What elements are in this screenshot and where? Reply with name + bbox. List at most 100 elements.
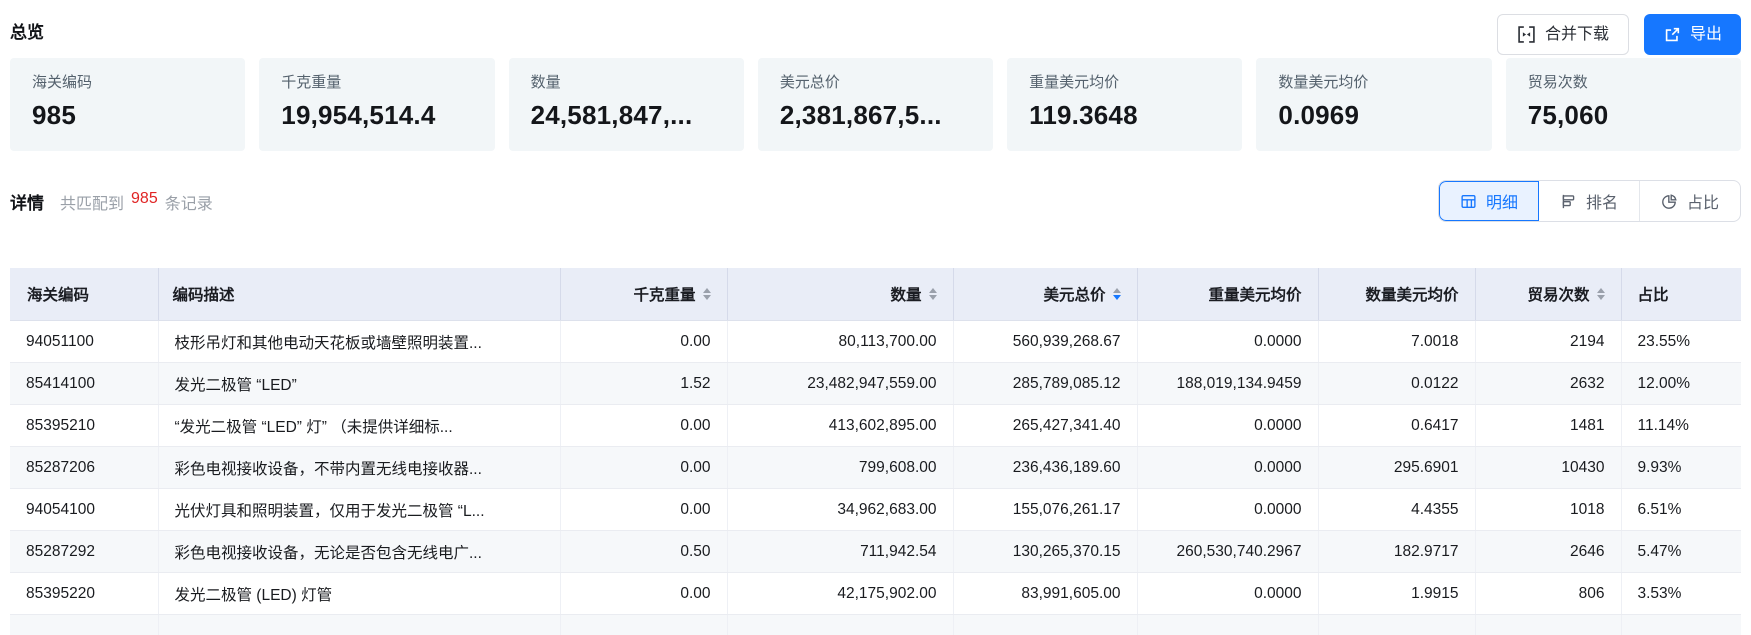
cell-description: 发光二极管 (LED) 灯管 bbox=[158, 573, 560, 615]
table-row: 85287206彩色电视接收设备，不带内置无线电接收器...0.00799,60… bbox=[10, 447, 1741, 489]
stat-label: 数量 bbox=[531, 73, 722, 93]
stat-label: 重量美元均价 bbox=[1029, 73, 1220, 93]
cell-trade-count: 806 bbox=[1475, 573, 1621, 615]
cell-hs-code: 85395210 bbox=[10, 405, 158, 447]
export-icon bbox=[1663, 26, 1681, 44]
cell-usd-total: 130,265,370.15 bbox=[953, 531, 1137, 573]
sort-caret-up-icon bbox=[1113, 288, 1121, 293]
table-row: 94051100枝形吊灯和其他电动天花板或墙壁照明装置...0.0080,113… bbox=[10, 321, 1741, 363]
stat-card: 数量 24,581,847,... bbox=[509, 58, 744, 151]
table-header: 海关编码 编码描述 千克重量 数量 美元总价 重量美元均价数量美元均价贸易次数占比 bbox=[10, 268, 1741, 321]
stat-label: 美元总价 bbox=[780, 73, 971, 93]
column-header-trade-count[interactable]: 贸易次数 bbox=[1475, 268, 1621, 321]
cell-usd-per-kg: 0.0000 bbox=[1137, 405, 1318, 447]
stat-label: 数量美元均价 bbox=[1278, 73, 1469, 93]
table-row: 85287292彩色电视接收设备，无论是否包含无线电广...0.50711,94… bbox=[10, 531, 1741, 573]
cell-trade-count: 2194 bbox=[1475, 321, 1621, 363]
ranking-icon bbox=[1560, 193, 1577, 210]
page: 总览 合并下载 bbox=[0, 0, 1751, 635]
column-header-usd-per-unit: 数量美元均价 bbox=[1318, 268, 1475, 321]
stat-card: 千克重量 19,954,514.4 bbox=[259, 58, 494, 151]
cell-quantity: 799,608.00 bbox=[727, 447, 953, 489]
cell-share: 3.53% bbox=[1621, 573, 1741, 615]
column-header-kg-weight[interactable]: 千克重量 bbox=[560, 268, 727, 321]
sort-carets bbox=[703, 288, 711, 300]
column-label: 海关编码 bbox=[27, 283, 89, 305]
merge-download-label: 合并下载 bbox=[1545, 27, 1609, 43]
page-title: 总览 bbox=[10, 18, 44, 43]
sort-carets bbox=[1597, 288, 1605, 300]
cell-trade-count: 1018 bbox=[1475, 489, 1621, 531]
details-bar: 详情 共匹配到 985 条记录 明细排名占比 bbox=[10, 179, 1741, 223]
cell-quantity: 413,602,895.00 bbox=[727, 405, 953, 447]
match-text: 共匹配到 985 条记录 bbox=[60, 190, 213, 214]
stat-value: 985 bbox=[32, 100, 223, 131]
column-label: 千克重量 bbox=[633, 283, 695, 305]
cell-trade-count: 1481 bbox=[1475, 405, 1621, 447]
column-header-usd-total[interactable]: 美元总价 bbox=[953, 268, 1137, 321]
view-switcher: 明细排名 占比 bbox=[1438, 180, 1741, 222]
cell-quantity: 711,942.54 bbox=[727, 531, 953, 573]
stat-card: 美元总价 2,381,867,5... bbox=[758, 58, 993, 151]
stat-card: 海关编码 985 bbox=[10, 58, 245, 151]
cell-kg-weight: 0.00 bbox=[560, 573, 727, 615]
cell-share: 5.47% bbox=[1621, 531, 1741, 573]
cell-usd-per-unit: 7.0018 bbox=[1318, 321, 1475, 363]
cell-share: 11.14% bbox=[1621, 405, 1741, 447]
stat-value: 2,381,867,5... bbox=[780, 100, 971, 131]
stats-row: 海关编码 985 千克重量 19,954,514.4 数量 24,581,847… bbox=[10, 58, 1741, 151]
tab-detail[interactable]: 明细 bbox=[1439, 181, 1539, 221]
cell-description: 彩色电视接收设备，不带内置无线电接收器... bbox=[158, 447, 560, 489]
match-count: 985 bbox=[131, 190, 158, 214]
sort-caret-down-icon bbox=[1113, 295, 1121, 300]
match-prefix: 共匹配到 bbox=[60, 190, 124, 214]
column-label: 占比 bbox=[1638, 283, 1669, 305]
sort-caret-down-icon bbox=[929, 295, 937, 300]
cell-usd-per-kg: 0.0000 bbox=[1137, 447, 1318, 489]
stat-label: 贸易次数 bbox=[1528, 73, 1719, 93]
export-button[interactable]: 导出 bbox=[1644, 14, 1741, 55]
cell-usd-per-kg: 0.0000 bbox=[1137, 321, 1318, 363]
match-suffix: 条记录 bbox=[165, 190, 213, 214]
sort-carets bbox=[1113, 288, 1121, 300]
cell-hs-code: 85414100 bbox=[10, 363, 158, 405]
cell-share: 23.55% bbox=[1621, 321, 1741, 363]
merge-cells-icon bbox=[1517, 25, 1536, 44]
cell-description: “发光二极管 “LED” 灯” （未提供详细标... bbox=[158, 405, 560, 447]
cell-empty bbox=[1318, 615, 1475, 635]
column-label: 重量美元均价 bbox=[1208, 283, 1301, 305]
cell-hs-code: 94051100 bbox=[10, 321, 158, 363]
cell-usd-total: 83,991,605.00 bbox=[953, 573, 1137, 615]
merge-download-button[interactable]: 合并下载 bbox=[1497, 14, 1629, 55]
stat-label: 千克重量 bbox=[281, 73, 472, 93]
cell-trade-count: 2646 bbox=[1475, 531, 1621, 573]
cell-description: 光伏灯具和照明装置，仅用于发光二极管 “L... bbox=[158, 489, 560, 531]
pie-icon bbox=[1661, 193, 1678, 210]
stat-value: 19,954,514.4 bbox=[281, 100, 472, 131]
tab-ranking[interactable]: 排名 bbox=[1539, 181, 1639, 221]
column-header-share: 占比 bbox=[1621, 268, 1741, 321]
sort-caret-up-icon bbox=[703, 288, 711, 293]
sort-caret-down-icon bbox=[703, 295, 711, 300]
column-header-usd-per-kg: 重量美元均价 bbox=[1137, 268, 1318, 321]
column-header-quantity[interactable]: 数量 bbox=[727, 268, 953, 321]
cell-empty bbox=[1621, 615, 1741, 635]
cell-kg-weight: 0.50 bbox=[560, 531, 727, 573]
table-row: 85395220发光二极管 (LED) 灯管0.0042,175,902.008… bbox=[10, 573, 1741, 615]
details-table: 海关编码 编码描述 千克重量 数量 美元总价 重量美元均价数量美元均价贸易次数占比 940… bbox=[10, 268, 1741, 635]
column-label: 美元总价 bbox=[1043, 283, 1105, 305]
export-label: 导出 bbox=[1690, 27, 1722, 43]
table-row: 85395210“发光二极管 “LED” 灯” （未提供详细标...0.0041… bbox=[10, 405, 1741, 447]
cell-kg-weight: 0.00 bbox=[560, 321, 727, 363]
tab-label: 占比 bbox=[1687, 189, 1719, 213]
cell-quantity: 23,482,947,559.00 bbox=[727, 363, 953, 405]
sort-caret-down-icon bbox=[1597, 295, 1605, 300]
cell-empty bbox=[1475, 615, 1621, 635]
cell-kg-weight: 0.00 bbox=[560, 405, 727, 447]
column-header-description: 编码描述 bbox=[158, 268, 560, 321]
cell-kg-weight: 0.00 bbox=[560, 489, 727, 531]
topbar-actions: 合并下载 导出 bbox=[1497, 14, 1741, 55]
cell-usd-total: 265,427,341.40 bbox=[953, 405, 1137, 447]
tab-proportion[interactable]: 占比 bbox=[1639, 181, 1740, 221]
cell-usd-per-kg: 260,530,740.2967 bbox=[1137, 531, 1318, 573]
